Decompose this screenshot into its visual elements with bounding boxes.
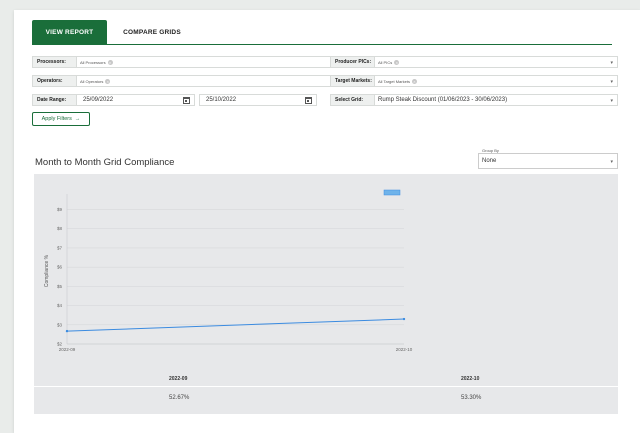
select-grid-value: Rump Steak Discount (01/06/2023 - 30/06/… xyxy=(378,97,508,103)
target-markets-chip-text: All Target Markets xyxy=(378,78,410,84)
processors-label: Processors: xyxy=(32,56,77,68)
table-header: 2022-09 xyxy=(169,376,188,382)
table-cell: 52.67% xyxy=(169,395,190,401)
line-chart: $9 $8 $7 $6 $5 $4 $3 $22022-09 2022-10 Compliance… xyxy=(44,189,413,352)
y-tick-label: $2 xyxy=(57,342,63,347)
processors-filter: Processors: All Processors× ▾ xyxy=(32,56,354,68)
target-markets-select[interactable]: All Target Markets × ▾ xyxy=(375,75,618,87)
y-tick-label: $5 xyxy=(57,284,63,289)
producer-pics-filter: Producer PICs: All PICs × ▾ xyxy=(330,56,618,68)
calendar-icon[interactable] xyxy=(183,97,190,104)
end-date-input[interactable]: 25/10/2022 xyxy=(199,94,317,106)
target-markets-chip: All Target Markets × xyxy=(378,78,417,84)
apply-filters-label: Apply Filters xyxy=(41,116,72,122)
x-tick-label: 2022-09 xyxy=(59,347,76,352)
processors-select[interactable]: All Processors× ▾ xyxy=(77,56,354,68)
legend-swatch xyxy=(383,189,401,196)
tab-compare-grids[interactable]: COMPARE GRIDS xyxy=(107,20,197,44)
series-line xyxy=(66,318,405,332)
target-markets-filter: Target Markets: All Target Markets × ▾ xyxy=(330,75,618,87)
producer-pics-chip-text: All PICs xyxy=(378,59,393,65)
select-grid-label: Select Grid: xyxy=(330,94,375,106)
end-date-value: 25/10/2022 xyxy=(206,97,237,103)
y-tick-label: $8 xyxy=(57,226,63,231)
apply-filters-button[interactable]: Apply Filters → xyxy=(32,112,90,126)
operators-label: Operators: xyxy=(32,75,77,87)
chip-remove-icon[interactable]: × xyxy=(394,59,400,65)
date-range-filter: Date Range: 25/09/2022 25/10/2022 xyxy=(32,94,317,106)
producer-pics-label: Producer PICs: xyxy=(330,56,375,68)
chevron-down-icon: ▾ xyxy=(610,159,613,165)
select-grid-filter: Select Grid: Rump Steak Discount (01/06/… xyxy=(330,94,618,106)
table-cell: 53.30% xyxy=(461,395,482,401)
table-header: 2022-10 xyxy=(461,376,480,382)
report-tabs: VIEW REPORT COMPARE GRIDS xyxy=(32,20,197,44)
calendar-icon[interactable] xyxy=(305,97,312,104)
chart-panel: $9 $8 $7 $6 $5 $4 $3 $2 2022-09 2022-10 Compliance… xyxy=(34,174,618,414)
operators-chip: All Operators × xyxy=(80,78,111,84)
group-by-value: None xyxy=(482,158,497,164)
y-tick-label: $9 xyxy=(57,207,63,212)
target-markets-label: Target Markets: xyxy=(330,75,375,87)
data-point xyxy=(402,317,406,321)
chip-remove-icon[interactable]: × xyxy=(411,78,417,84)
y-tick-label: $4 xyxy=(57,303,63,308)
operators-select[interactable]: All Operators× ▾ xyxy=(77,75,354,87)
chevron-down-icon: ▾ xyxy=(610,60,613,66)
arrow-right-icon: → xyxy=(74,116,81,122)
data-point xyxy=(65,329,69,333)
y-axis-label: Compliance % xyxy=(44,254,50,287)
producer-pics-chip: All PICs × xyxy=(378,59,400,65)
y-tick-label: $3 xyxy=(57,322,63,327)
y-tick-label: $6 xyxy=(57,265,63,270)
y-tick-label: $7 xyxy=(57,245,63,250)
compliance-table: 2022-09 2022-10 52.67% 53.30% xyxy=(34,370,618,414)
select-grid-select[interactable]: Rump Steak Discount (01/06/2023 - 30/06/… xyxy=(375,94,618,106)
operators-filter: Operators: All Operators× ▾ xyxy=(32,75,354,87)
producer-pics-select[interactable]: All PICs × ▾ xyxy=(375,56,618,68)
chevron-down-icon: ▾ xyxy=(610,98,613,104)
group-by-select[interactable]: None ▾ xyxy=(478,153,618,169)
processors-chip-text: All Processors xyxy=(80,59,106,65)
tab-underline xyxy=(32,44,612,45)
chart-title: Month to Month Grid Compliance xyxy=(35,157,175,168)
tab-view-report[interactable]: VIEW REPORT xyxy=(32,20,107,44)
start-date-input[interactable]: 25/09/2022 xyxy=(77,94,195,106)
chip-remove-icon[interactable]: × xyxy=(107,59,113,65)
table-divider xyxy=(34,386,618,387)
start-date-value: 25/09/2022 xyxy=(83,97,114,103)
chip-remove-icon[interactable]: × xyxy=(105,78,111,84)
chevron-down-icon: ▾ xyxy=(610,79,613,85)
date-range-label: Date Range: xyxy=(32,94,77,106)
operators-chip-text: All Operators xyxy=(80,78,104,84)
x-tick-label: 2022-10 xyxy=(396,347,413,352)
processors-chip: All Processors × xyxy=(80,59,113,65)
